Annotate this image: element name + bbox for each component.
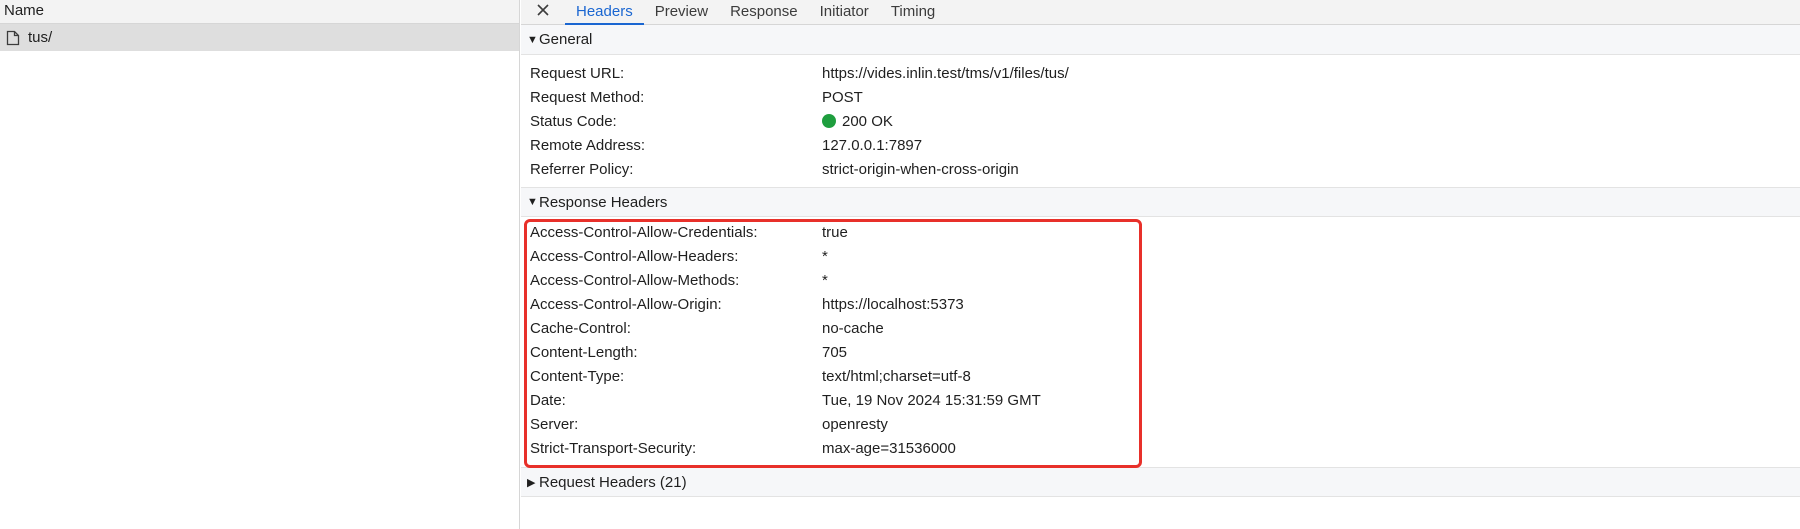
tab-initiator[interactable]: Initiator (809, 0, 880, 24)
response-header-row: Content-Length: 705 (521, 340, 1800, 364)
tab-headers[interactable]: Headers (565, 0, 644, 25)
header-value: no-cache (822, 319, 884, 337)
general-row: Request URL: https://vides.inlin.test/tm… (521, 61, 1800, 85)
header-value: https://localhost:5373 (822, 295, 964, 313)
header-key: Request Method: (530, 88, 645, 106)
header-value: POST (822, 88, 863, 106)
general-section-title: General (539, 31, 593, 48)
header-value: openresty (822, 415, 888, 433)
header-value: * (822, 271, 828, 289)
request-row-label: tus/ (28, 29, 53, 46)
header-value: true (822, 223, 848, 241)
header-value: text/html;charset=utf-8 (822, 367, 971, 385)
header-value: Tue, 19 Nov 2024 15:31:59 GMT (822, 391, 1041, 409)
header-key: Access-Control-Allow-Credentials: (530, 223, 758, 241)
general-section-header[interactable]: ▼ General (521, 25, 1800, 55)
header-key: Access-Control-Allow-Headers: (530, 247, 739, 265)
status-code-text: 200 OK (842, 112, 893, 130)
response-header-row: Server: openresty (521, 412, 1800, 436)
response-header-row: Cache-Control: no-cache (521, 316, 1800, 340)
response-header-row: Strict-Transport-Security: max-age=31536… (521, 436, 1800, 460)
request-headers-section-title: Request Headers (21) (539, 473, 687, 491)
close-details-button[interactable] (521, 0, 565, 24)
close-icon (536, 3, 550, 21)
tab-preview[interactable]: Preview (644, 0, 719, 24)
general-row: Referrer Policy: strict-origin-when-cros… (521, 157, 1800, 181)
response-header-row: Access-Control-Allow-Methods: * (521, 268, 1800, 292)
request-headers-section-header[interactable]: ▶ Request Headers (21) (521, 467, 1800, 497)
general-section-body: Request URL: https://vides.inlin.test/tm… (521, 55, 1800, 187)
status-code-value: 200 OK (822, 113, 893, 130)
response-header-row: Date: Tue, 19 Nov 2024 15:31:59 GMT (521, 388, 1800, 412)
header-key: Remote Address: (530, 136, 646, 154)
general-row: Remote Address: 127.0.0.1:7897 (521, 133, 1800, 157)
request-details-panel: Headers Preview Response Initiator Timin… (521, 0, 1800, 529)
header-key: Referrer Policy: (530, 160, 634, 178)
header-value: strict-origin-when-cross-origin (822, 160, 1019, 178)
details-tabbar: Headers Preview Response Initiator Timin… (521, 0, 1800, 25)
header-key: Access-Control-Allow-Methods: (530, 271, 740, 289)
expanded-triangle-icon: ▼ (527, 196, 538, 208)
header-key: Content-Length: (530, 343, 638, 361)
header-value: https://vides.inlin.test/tms/v1/files/tu… (822, 64, 1069, 82)
response-headers-section-body: Access-Control-Allow-Credentials: true A… (521, 217, 1800, 468)
request-row-tus[interactable]: tus/ (0, 24, 519, 51)
collapsed-triangle-icon: ▶ (527, 476, 536, 489)
response-header-row: Access-Control-Allow-Headers: * (521, 244, 1800, 268)
name-column-header[interactable]: Name (0, 0, 519, 24)
file-icon (6, 30, 20, 46)
header-key: Status Code: (530, 112, 617, 130)
header-key: Date: (530, 391, 566, 409)
header-key: Cache-Control: (530, 319, 631, 337)
general-row: Request Method: POST (521, 85, 1800, 109)
header-value: * (822, 247, 828, 265)
response-headers-section-title: Response Headers (539, 193, 668, 211)
status-ok-dot-icon (822, 114, 836, 128)
header-value: 705 (822, 343, 848, 361)
response-header-row: Content-Type: text/html;charset=utf-8 (521, 364, 1800, 388)
header-value: 127.0.0.1:7897 (822, 136, 923, 154)
response-headers-section-header[interactable]: ▼ Response Headers (521, 187, 1800, 217)
header-key: Request URL: (530, 64, 625, 82)
expanded-triangle-icon: ▼ (527, 33, 538, 46)
general-row: Status Code: 200 OK (521, 109, 1800, 133)
tab-response[interactable]: Response (719, 0, 809, 24)
header-key: Strict-Transport-Security: (530, 439, 697, 457)
header-key: Content-Type: (530, 367, 625, 385)
tab-timing[interactable]: Timing (880, 0, 946, 24)
request-list-panel: Name tus/ (0, 0, 520, 529)
header-key: Access-Control-Allow-Origin: (530, 295, 722, 313)
header-key: Server: (530, 415, 579, 433)
response-header-row: Access-Control-Allow-Credentials: true (521, 220, 1800, 244)
header-value: max-age=31536000 (822, 439, 956, 457)
response-header-row: Access-Control-Allow-Origin: https://loc… (521, 292, 1800, 316)
